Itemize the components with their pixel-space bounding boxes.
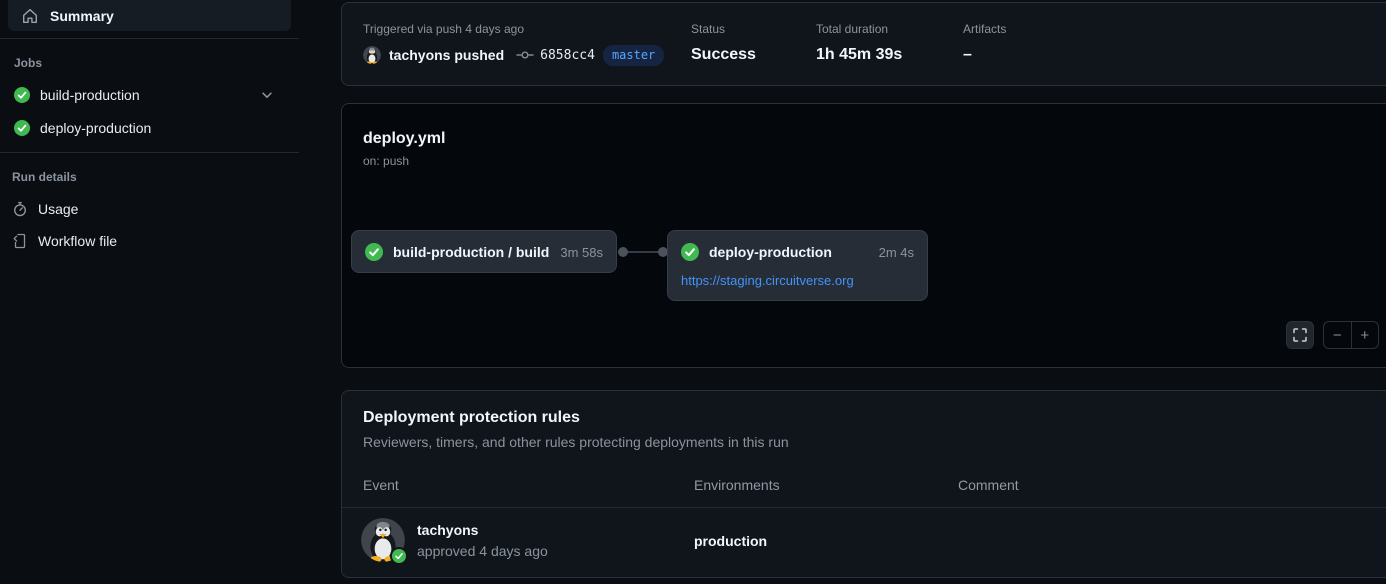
sidebar-summary-label: Summary: [50, 8, 114, 24]
approver-avatar[interactable]: [361, 518, 405, 562]
git-commit-icon: [516, 48, 534, 62]
workflow-file-icon: [12, 233, 28, 249]
home-icon: [22, 8, 38, 24]
branch-badge[interactable]: master: [603, 45, 664, 66]
sidebar-divider: [0, 152, 299, 153]
zoom-in-button[interactable]: +: [1351, 322, 1379, 348]
sidebar-item-summary[interactable]: Summary: [8, 0, 291, 31]
status-label: Status: [691, 22, 756, 36]
job-node-name: build-production / build: [393, 244, 549, 260]
fullscreen-icon: [1293, 328, 1307, 342]
job-node-row: deploy-production 2m 4s: [668, 231, 927, 273]
artifacts-column: Artifacts –: [963, 22, 1006, 64]
status-column: Status Success: [691, 22, 756, 64]
jobs-section-label: Jobs: [14, 56, 42, 70]
approved-check-icon: [390, 547, 408, 565]
artifacts-value: –: [963, 46, 1006, 64]
table-divider: [342, 507, 1386, 508]
workflow-file-name: deploy.yml: [363, 130, 445, 148]
sidebar-item-job-deploy-production[interactable]: deploy-production: [0, 113, 292, 143]
rules-title: Deployment protection rules: [363, 409, 580, 427]
deployment-protection-rules-card: Deployment protection rules Reviewers, t…: [341, 390, 1386, 578]
column-header-environments: Environments: [694, 477, 780, 493]
job-connector-line: [623, 251, 663, 253]
stopwatch-icon: [12, 201, 28, 217]
run-sidebar: Summary Jobs build-production deploy-pro…: [0, 0, 300, 584]
usage-label: Usage: [38, 201, 78, 217]
job-node-duration: 3m 58s: [560, 245, 603, 260]
status-value: Success: [691, 46, 756, 64]
check-circle-icon: [681, 243, 699, 261]
job-node-row: build-production / build 3m 58s: [352, 231, 616, 273]
check-circle-icon: [14, 120, 30, 136]
job-node-build-production[interactable]: build-production / build 3m 58s: [351, 230, 617, 273]
fit-view-button[interactable]: [1286, 321, 1314, 349]
zoom-controls: − +: [1323, 321, 1379, 349]
pushed-row: tachyons pushed 6858cc4 master: [363, 44, 664, 66]
deployment-url-link[interactable]: https://staging.circuitverse.org: [668, 273, 927, 298]
duration-value: 1h 45m 39s: [816, 46, 902, 64]
column-header-comment: Comment: [958, 477, 1019, 493]
check-circle-icon: [14, 87, 30, 103]
job-node-duration: 2m 4s: [879, 245, 914, 260]
check-circle-icon: [365, 243, 383, 261]
sidebar-item-job-build-production[interactable]: build-production: [0, 80, 292, 110]
run-summary-header-card: Triggered via push 4 days ago tachyons p…: [341, 2, 1386, 86]
connector-dot: [618, 247, 628, 257]
zoom-out-button[interactable]: −: [1324, 322, 1351, 348]
workflow-graph-card: deploy.yml on: push build-production / b…: [341, 103, 1386, 368]
triggered-label: Triggered via push 4 days ago: [363, 22, 664, 36]
sidebar-item-workflow-file[interactable]: Workflow file: [0, 226, 292, 256]
duration-label: Total duration: [816, 22, 902, 36]
artifacts-label: Artifacts: [963, 22, 1006, 36]
job-node-name: deploy-production: [709, 244, 832, 260]
actor-avatar[interactable]: [363, 46, 381, 64]
sidebar-divider: [0, 38, 299, 39]
workflow-trigger: on: push: [363, 154, 409, 168]
trigger-column: Triggered via push 4 days ago tachyons p…: [363, 22, 664, 66]
job-name: build-production: [40, 87, 140, 103]
sidebar-item-usage[interactable]: Usage: [0, 194, 292, 224]
duration-column: Total duration 1h 45m 39s: [816, 22, 902, 64]
commit-sha-link[interactable]: 6858cc4: [540, 48, 595, 63]
approver-name: tachyons: [417, 522, 478, 538]
environment-name: production: [694, 533, 767, 549]
run-details-section-label: Run details: [12, 170, 77, 184]
approval-event: approved 4 days ago: [417, 543, 548, 559]
job-node-deploy-production[interactable]: deploy-production 2m 4s https://staging.…: [667, 230, 928, 301]
column-header-event: Event: [363, 477, 399, 493]
actor-pushed-link[interactable]: tachyons pushed: [389, 47, 504, 63]
chevron-down-icon[interactable]: [260, 88, 274, 102]
rules-subtitle: Reviewers, timers, and other rules prote…: [363, 434, 789, 450]
job-name: deploy-production: [40, 120, 151, 136]
workflow-file-label: Workflow file: [38, 233, 117, 249]
